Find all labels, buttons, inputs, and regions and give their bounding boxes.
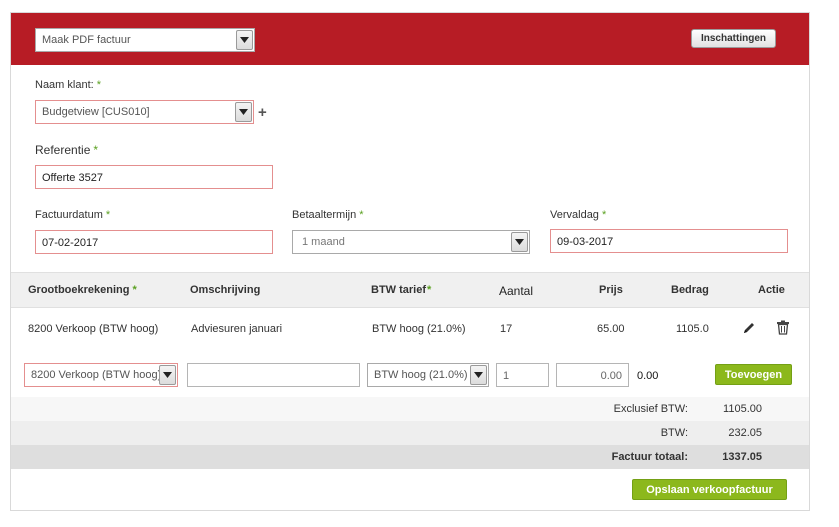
save-invoice-button[interactable]: Opslaan verkoopfactuur (632, 479, 787, 500)
new-amount: 0.00 (637, 370, 659, 382)
pencil-icon[interactable] (742, 321, 756, 335)
required-mark: * (96, 79, 101, 91)
chevron-down-icon[interactable] (159, 365, 176, 385)
payment-term-label-text: Betaaltermijn (292, 209, 357, 221)
due-date-label: Vervaldag * (550, 209, 606, 221)
total-label: Factuur totaal: (611, 451, 688, 463)
new-vat-value: BTW hoog (21.0%) (374, 369, 468, 381)
table-row: 8200 Verkoop (BTW hoog) Adviesuren janua… (11, 315, 809, 345)
payment-term-value: 1 maand (302, 236, 345, 248)
invoice-date-value: 07-02-2017 (42, 237, 99, 249)
total-value: 1337.05 (722, 451, 762, 463)
plus-icon[interactable]: + (258, 104, 267, 121)
reference-label: Referentie * (35, 143, 98, 157)
vat-label: BTW: (660, 427, 688, 439)
new-quantity-input[interactable]: 1 (496, 363, 549, 387)
new-description-input[interactable] (187, 363, 360, 387)
vat-row: BTW: 232.05 (11, 421, 809, 445)
new-ledger-select[interactable]: 8200 Verkoop (BTW hoog) (24, 363, 178, 387)
column-amount: Bedrag (671, 284, 709, 296)
chevron-down-icon[interactable] (235, 102, 252, 122)
row-description: Adviesuren januari (191, 323, 283, 335)
row-amount: 1105.0 (676, 323, 709, 335)
due-date-value: 09-03-2017 (557, 236, 614, 248)
row-quantity: 17 (500, 323, 513, 335)
action-select[interactable]: Maak PDF factuur (35, 28, 255, 52)
column-quantity: Aantal (499, 284, 534, 298)
new-price-input[interactable]: 0.00 (556, 363, 629, 387)
new-line-row: 8200 Verkoop (BTW hoog) BTW hoog (21.0%)… (11, 353, 809, 397)
due-date-label-text: Vervaldag (550, 209, 599, 221)
vat-value: 232.05 (728, 427, 762, 439)
column-ledger: Grootboekrekening * (28, 284, 137, 296)
chevron-down-icon[interactable] (236, 30, 253, 50)
invoice-date-label: Factuurdatum * (35, 209, 110, 221)
reference-input-value: Offerte 3527 (42, 172, 103, 184)
required-mark: * (132, 284, 137, 296)
subtotal-value: 1105.00 (723, 403, 762, 415)
client-label-text: Naam klant: (35, 79, 94, 91)
required-mark: * (105, 209, 111, 221)
column-price: Prijs (599, 284, 623, 296)
subtotal-row: Exclusief BTW: 1105.00 (11, 397, 809, 421)
invoice-date-input[interactable]: 07-02-2017 (35, 230, 273, 254)
table-header: Grootboekrekening * Omschrijving BTW tari… (11, 272, 809, 308)
column-description: Omschrijving (190, 284, 261, 296)
column-action: Actie (758, 284, 785, 296)
client-label: Naam klant: * (35, 79, 101, 91)
required-mark: * (427, 284, 432, 296)
row-price: 65.00 (597, 323, 625, 335)
add-line-button[interactable]: Toevoegen (715, 364, 792, 385)
reference-input[interactable]: Offerte 3527 (35, 165, 273, 189)
payment-term-select[interactable]: 1 maand (292, 230, 530, 254)
new-ledger-value: 8200 Verkoop (BTW hoog) (31, 369, 162, 381)
new-quantity-value: 1 (503, 370, 510, 382)
column-vat-label: BTW tarief (371, 284, 426, 296)
reference-label-text: Referentie (35, 143, 91, 157)
total-row: Factuur totaal: 1337.05 (11, 445, 809, 469)
payment-term-label: Betaaltermijn * (292, 209, 363, 221)
invoice-date-label-text: Factuurdatum (35, 209, 103, 221)
action-select-value: Maak PDF factuur (42, 34, 131, 46)
top-toolbar: Maak PDF factuur Inschattingen (11, 13, 809, 65)
client-select[interactable]: Budgetview [CUS010] (35, 100, 254, 124)
client-select-value: Budgetview [CUS010] (42, 106, 150, 118)
required-mark: * (93, 143, 99, 157)
row-ledger: 8200 Verkoop (BTW hoog) (28, 323, 159, 335)
required-mark: * (601, 209, 607, 221)
chevron-down-icon[interactable] (511, 232, 528, 252)
new-price-value: 0.00 (600, 370, 622, 382)
column-vat: BTW tarief* (371, 284, 431, 296)
column-ledger-label: Grootboekrekening (28, 284, 130, 296)
new-vat-select[interactable]: BTW hoog (21.0%) (367, 363, 489, 387)
trash-icon[interactable] (776, 320, 790, 335)
settings-button[interactable]: Inschattingen (691, 29, 776, 48)
due-date-input[interactable]: 09-03-2017 (550, 229, 788, 253)
row-vat: BTW hoog (21.0%) (372, 323, 466, 335)
required-mark: * (359, 209, 364, 221)
chevron-down-icon[interactable] (470, 365, 487, 385)
subtotal-label: Exclusief BTW: (613, 403, 688, 415)
invoice-panel: Maak PDF factuur Inschattingen Naam klan… (10, 12, 810, 511)
